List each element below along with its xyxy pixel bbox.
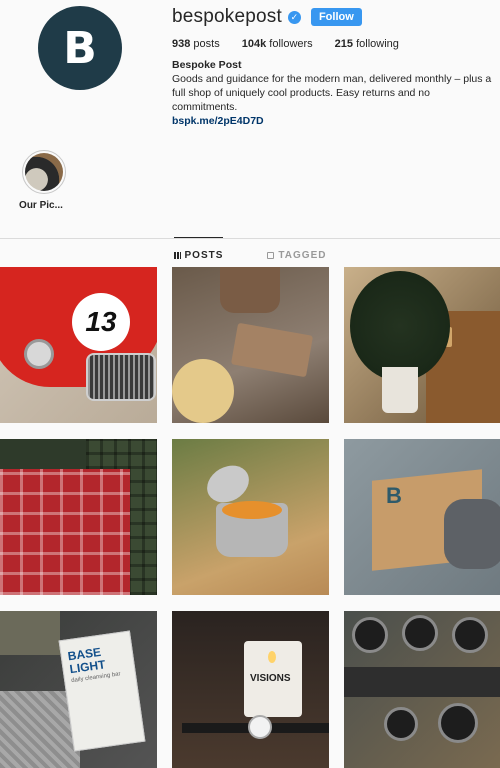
profile-stats: 938 posts 104k followers 215 following (172, 38, 399, 50)
tab-tagged[interactable]: TAGGED (267, 238, 326, 266)
post-tile[interactable]: 13 (0, 267, 157, 423)
followers-stat[interactable]: 104k followers (242, 38, 313, 50)
tab-posts[interactable]: POSTS (173, 237, 224, 266)
candle-label: VISIONS (250, 673, 291, 684)
profile-tabs: POSTS TAGGED (0, 237, 500, 266)
post-tile[interactable] (0, 439, 157, 595)
box-logo-letter: B (386, 483, 402, 508)
post-tile[interactable] (172, 267, 329, 423)
soap-bar-image (230, 322, 314, 378)
candle-flame (268, 651, 276, 663)
tag-icon (267, 251, 275, 259)
plant-image (350, 271, 450, 381)
username-row: bespokepost ✓ Follow (172, 6, 362, 28)
profile-avatar[interactable]: B (38, 6, 122, 90)
profile-header: B bespokepost ✓ Follow 938 posts 104k fo… (0, 0, 500, 150)
gauge-icon (384, 707, 418, 741)
post-tile[interactable] (344, 267, 500, 423)
followers-label: followers (269, 38, 313, 50)
following-stat[interactable]: 215 following (335, 38, 399, 50)
bio-text: Goods and guidance for the modern man, d… (172, 73, 492, 113)
tab-tagged-label: TAGGED (278, 249, 327, 261)
highlight-cover-image (25, 153, 63, 191)
verified-badge-icon: ✓ (287, 10, 301, 24)
car-headlamp (24, 339, 54, 369)
gauge-icon (452, 617, 488, 653)
gauge-icon (402, 615, 438, 651)
notebook-image (0, 611, 60, 655)
product-title: BASE LIGHT (66, 644, 107, 677)
grid-icon (173, 251, 181, 259)
post-tile[interactable]: VISIONS (172, 611, 329, 768)
avatar-logo-letter: B (63, 22, 97, 74)
bio-link[interactable]: bspk.me/2pE4D7D (172, 114, 494, 128)
followers-count: 104k (241, 38, 267, 50)
highlight-label: Our Pic... (19, 200, 63, 211)
follow-button[interactable]: Follow (310, 8, 362, 26)
red-flannel-image (0, 469, 130, 595)
gauge-icon (352, 617, 388, 653)
post-tile[interactable] (172, 439, 329, 595)
cockpit-panel-image (344, 667, 500, 697)
car-number: 13 (72, 293, 130, 351)
arm-image (444, 499, 500, 569)
following-count: 215 (334, 38, 354, 50)
post-tile[interactable] (344, 611, 500, 768)
plant-pot-image (382, 367, 418, 413)
watch-face-image (248, 715, 272, 739)
story-highlight[interactable]: Our Pic... (19, 150, 68, 211)
posts-stat: 938 posts (172, 38, 220, 50)
posts-label: posts (193, 38, 220, 50)
following-label: following (356, 38, 399, 50)
posts-count: 938 (172, 38, 191, 50)
soup-image (222, 501, 282, 519)
sponge-image (172, 359, 234, 423)
product-box-image: BASE LIGHT daily cleansing bar (58, 630, 146, 752)
post-tile[interactable]: BASE LIGHT daily cleansing bar (0, 611, 157, 768)
post-tile[interactable]: B (344, 439, 500, 595)
highlight-ring (22, 150, 66, 194)
tab-posts-label: POSTS (184, 249, 224, 261)
profile-bio: Bespoke Post Goods and guidance for the … (172, 58, 494, 128)
bio-full-name: Bespoke Post (172, 59, 242, 71)
username: bespokepost (172, 6, 282, 27)
car-grille (86, 353, 156, 401)
coffee-mug-image (220, 267, 280, 313)
gauge-icon (438, 703, 478, 743)
